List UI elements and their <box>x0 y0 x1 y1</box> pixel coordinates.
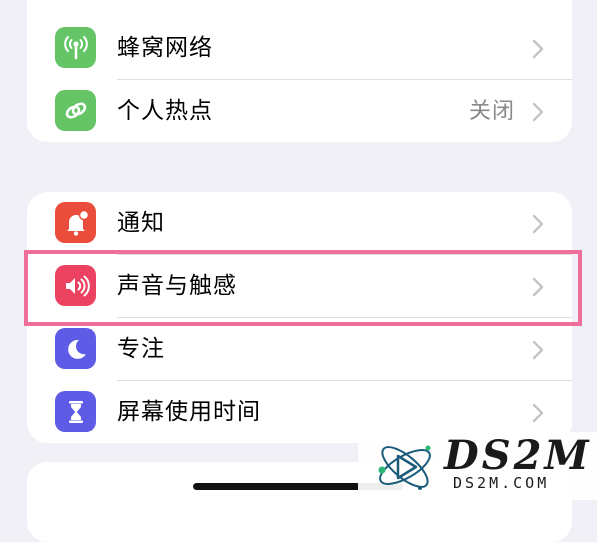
settings-row-label: 屏幕使用时间 <box>117 399 261 425</box>
chevron-right-icon <box>532 214 544 234</box>
chevron-right-icon <box>532 277 544 297</box>
hourglass-icon <box>55 391 96 432</box>
settings-row-hotspot[interactable]: 个人热点 关闭 <box>27 80 572 142</box>
speaker-sound-icon <box>55 265 96 306</box>
chevron-right-icon <box>532 102 544 122</box>
hotspot-link-icon <box>55 90 96 131</box>
chevron-right-icon <box>532 340 544 360</box>
chevron-right-icon <box>532 39 544 59</box>
settings-row-label: 声音与触感 <box>117 273 237 299</box>
notification-bell-icon <box>55 202 96 243</box>
cellular-antenna-icon <box>55 27 96 68</box>
watermark: DS2M DS2M.COM <box>358 432 597 500</box>
watermark-title: DS2M <box>444 432 592 479</box>
settings-row-label: 通知 <box>117 210 165 236</box>
settings-group-system: 通知 声音与触感 专注 屏幕使用时间 <box>27 192 572 443</box>
settings-row-sounds-haptics[interactable]: 声音与触感 <box>27 255 572 318</box>
settings-row-label: 专注 <box>117 336 165 362</box>
settings-row-focus[interactable]: 专注 <box>27 318 572 381</box>
watermark-subtitle: DS2M.COM <box>453 474 550 492</box>
settings-row-label: 蜂窝网络 <box>117 35 213 61</box>
settings-row-notifications[interactable]: 通知 <box>27 192 572 255</box>
settings-group-network: 蜂窝网络 个人热点 关闭 <box>27 0 572 142</box>
moon-icon <box>55 328 96 369</box>
settings-row-value: 关闭 <box>468 99 515 124</box>
settings-row-cellular[interactable]: 蜂窝网络 <box>27 17 572 80</box>
chevron-right-icon <box>532 403 544 423</box>
watermark-logo-icon <box>378 445 431 490</box>
settings-row-label: 个人热点 <box>117 98 213 124</box>
